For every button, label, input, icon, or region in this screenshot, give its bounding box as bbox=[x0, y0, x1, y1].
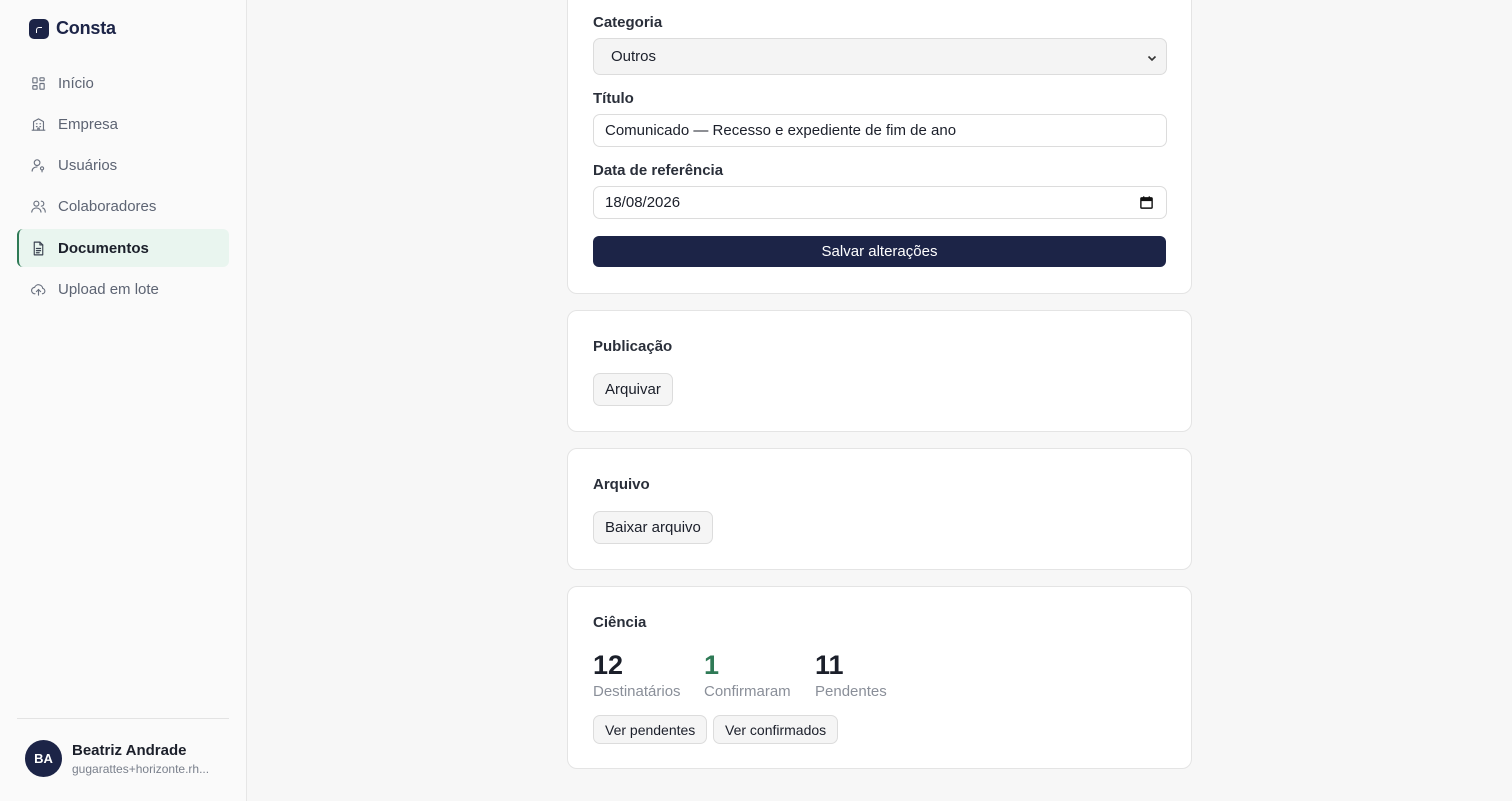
dashboard-grid-icon bbox=[30, 75, 47, 92]
document-edit-card: Categoria Outros Título Comunicado — Rec… bbox=[567, 0, 1192, 294]
sidebar-item-label: Usuários bbox=[58, 157, 118, 175]
sidebar-item-label: Upload em lote bbox=[58, 280, 159, 298]
recipients-label: Destinatários bbox=[593, 683, 681, 700]
acknowledgement-card: Ciência 12 Destinatários 1 Confirmaram 1… bbox=[567, 586, 1192, 769]
sidebar-item-usuarios[interactable]: Usuários bbox=[17, 147, 229, 185]
sidebar-item-colaboradores[interactable]: Colaboradores bbox=[17, 188, 229, 226]
file-title: Arquivo bbox=[593, 476, 650, 493]
stat-pending: 11 Pendentes bbox=[815, 649, 887, 700]
user-email: gugarattes+horizonte.rh... bbox=[72, 761, 210, 776]
acknowledgement-title: Ciência bbox=[593, 614, 647, 631]
calendar-icon[interactable] bbox=[1139, 195, 1154, 210]
reference-date-label: Data de referência bbox=[593, 162, 724, 179]
recipients-count: 12 bbox=[593, 650, 624, 680]
category-label: Categoria bbox=[593, 14, 663, 31]
title-value: Comunicado — Recesso e expediente de fim… bbox=[605, 122, 957, 139]
save-changes-button[interactable]: Salvar alterações bbox=[593, 236, 1166, 267]
sidebar: Consta Início Empresa Usuários Colaborad… bbox=[0, 0, 247, 801]
sidebar-item-label: Documentos bbox=[58, 239, 149, 257]
confirmed-count: 1 bbox=[704, 650, 720, 680]
cloud-upload-icon bbox=[30, 281, 47, 298]
consta-logo-icon bbox=[29, 18, 49, 39]
publication-title: Publicação bbox=[593, 338, 673, 355]
document-icon bbox=[30, 240, 47, 257]
sidebar-nav: Início Empresa Usuários Colaboradores Do… bbox=[17, 64, 229, 312]
confirmed-label: Confirmaram bbox=[704, 683, 791, 700]
category-select[interactable]: Outros bbox=[593, 38, 1167, 75]
view-confirmed-button[interactable]: Ver confirmados bbox=[713, 715, 839, 744]
sidebar-item-label: Empresa bbox=[58, 115, 119, 133]
sidebar-item-documentos[interactable]: Documentos bbox=[17, 229, 229, 268]
sidebar-item-upload-em-lote[interactable]: Upload em lote bbox=[17, 270, 229, 308]
user-profile[interactable]: BA Beatriz Andrade gugarattes+horizonte.… bbox=[25, 740, 217, 777]
title-label: Título bbox=[593, 90, 634, 107]
sidebar-divider bbox=[17, 718, 229, 719]
chevron-down-icon bbox=[1146, 51, 1158, 63]
reference-date-input[interactable]: 18/08/2026 bbox=[593, 186, 1167, 219]
user-name: Beatriz Andrade bbox=[72, 741, 187, 759]
pending-count: 11 bbox=[815, 650, 844, 680]
sidebar-item-label: Colaboradores bbox=[58, 198, 157, 216]
avatar: BA bbox=[25, 740, 62, 777]
pending-label: Pendentes bbox=[815, 683, 887, 700]
file-card: Arquivo Baixar arquivo bbox=[567, 448, 1192, 570]
brand-name: Consta bbox=[56, 18, 116, 38]
title-input[interactable]: Comunicado — Recesso e expediente de fim… bbox=[593, 114, 1167, 147]
brand[interactable]: Consta bbox=[29, 18, 116, 39]
archive-button[interactable]: Arquivar bbox=[593, 373, 673, 406]
download-file-button[interactable]: Baixar arquivo bbox=[593, 511, 713, 544]
stat-confirmed: 1 Confirmaram bbox=[704, 649, 791, 700]
sidebar-item-label: Início bbox=[58, 74, 94, 92]
view-pending-button[interactable]: Ver pendentes bbox=[593, 715, 708, 744]
sidebar-item-empresa[interactable]: Empresa bbox=[17, 105, 229, 143]
sidebar-item-inicio[interactable]: Início bbox=[17, 64, 229, 102]
user-key-icon bbox=[30, 157, 47, 174]
reference-date-value: 18/08/2026 bbox=[605, 194, 681, 211]
building-icon bbox=[30, 116, 47, 133]
publication-card: Publicação Arquivar bbox=[567, 310, 1192, 432]
category-value: Outros bbox=[611, 48, 657, 65]
users-icon bbox=[30, 198, 47, 215]
stat-recipients: 12 Destinatários bbox=[593, 649, 681, 700]
